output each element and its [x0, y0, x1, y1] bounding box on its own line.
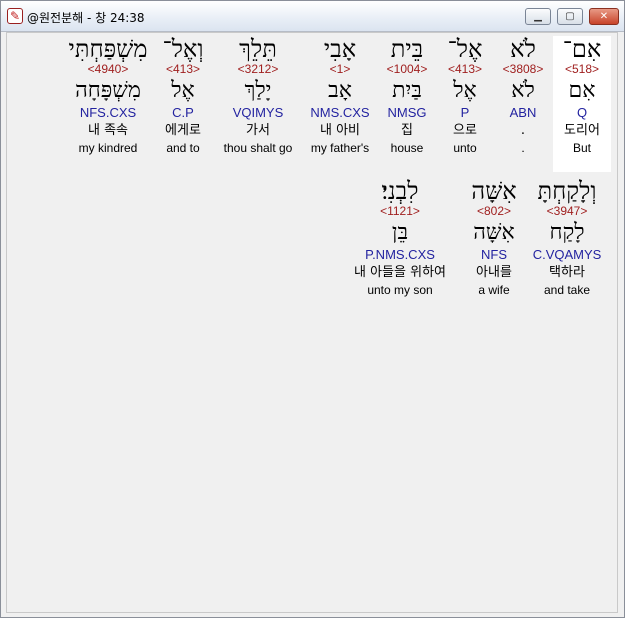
hebrew-lemma: אֶל [171, 78, 195, 103]
hebrew-lemma: אִשָּׁה [473, 220, 515, 245]
strong-number[interactable]: <802> [463, 204, 525, 221]
parsing-code: P [460, 105, 470, 120]
parsing-code: NFS [481, 247, 507, 262]
english-gloss: unto my son [367, 283, 433, 297]
word-block[interactable]: אִשָּׁה <802> אִשָּׁה NFS 아내를 a wife [463, 178, 525, 297]
korean-gloss: 택하라 [549, 265, 585, 280]
word-block[interactable]: אֶל־ <413> אֶל P 으로 unto [437, 36, 493, 155]
hebrew-lemma: בַּיִת [392, 78, 422, 103]
english-gloss: and take [543, 283, 591, 297]
parsing-code: C.VQAMYS [532, 247, 602, 262]
strong-number[interactable]: <3808> [495, 62, 551, 79]
english-gloss: unto [453, 141, 477, 155]
hebrew-lemma: מִשְׁפָּחָה [75, 78, 141, 103]
english-gloss: . [521, 141, 525, 155]
window-title: @원전분해 - 창 24:38 [27, 11, 145, 25]
strong-number[interactable]: <1121> [339, 204, 461, 221]
app-icon[interactable]: ✎ [7, 8, 23, 24]
app-window: ✎ @원전분해 - 창 24:38 ▁ ▢ ✕ אִם־ <518> אִם Q… [0, 0, 625, 618]
strong-number[interactable]: <1> [303, 62, 377, 79]
parsing-code: VQIMYS [232, 105, 284, 120]
strong-number[interactable]: <518> [553, 62, 611, 79]
hebrew-lemma: אִם [568, 78, 596, 103]
word-block[interactable]: מִשְׁפַּחְתִּי <4940> מִשְׁפָּחָה NFS.CX… [65, 36, 151, 155]
parsing-code: C.P [172, 105, 194, 120]
korean-gloss: 내 족속 [87, 123, 128, 138]
word-block[interactable]: בֵּית <1004> בַּיִת NMSG 집 house [379, 36, 435, 155]
korean-gloss: . [520, 123, 526, 138]
hebrew-lemma: אֶל [453, 78, 477, 103]
hebrew-word: אִשָּׁה [471, 177, 517, 205]
parsing-code: NFS.CXS [79, 105, 137, 120]
hebrew-word: לֹא [510, 35, 536, 63]
hebrew-word: וְאֶל־ [162, 35, 204, 63]
korean-gloss: 으로 [453, 123, 477, 138]
korean-gloss: 집 [401, 123, 413, 138]
strong-number[interactable]: <413> [437, 62, 493, 79]
word-block[interactable]: וְלָקַחְתָּ <3947> לָקַח C.VQAMYS 택하라 an… [529, 178, 605, 297]
korean-gloss: 내 아들을 위하여 [354, 265, 446, 280]
word-block[interactable]: וְאֶל־ <413> אֶל C.P 에게로 and to [153, 36, 213, 155]
hebrew-lemma: לֹא [511, 78, 535, 103]
hebrew-lemma: אָב [328, 78, 352, 103]
hebrew-word: אָבִי [323, 35, 357, 63]
parsing-code: Q [576, 105, 588, 120]
parsing-code: ABN [509, 105, 537, 120]
english-gloss: a wife [478, 283, 510, 297]
hebrew-word: מִשְׁפַּחְתִּי [68, 35, 148, 63]
hebrew-word: אִם־ [562, 35, 602, 63]
strong-number[interactable]: <3212> [215, 62, 301, 79]
hebrew-lemma: יָלַךְ [244, 78, 272, 103]
korean-gloss: 에게로 [165, 123, 201, 138]
hebrew-word: לִבְנִי׃ [381, 177, 419, 205]
word-block[interactable]: אָבִי <1> אָב NMS.CXS 내 아비 my father's [303, 36, 377, 155]
korean-gloss: 가서 [246, 123, 270, 138]
hebrew-lemma: לָקַח [549, 220, 585, 245]
korean-gloss: 아내를 [476, 265, 512, 280]
english-gloss: my kindred [78, 141, 138, 155]
word-block[interactable]: אִם־ <518> אִם Q 도리어 But [553, 36, 611, 172]
parsing-code: NMS.CXS [310, 105, 370, 120]
word-block[interactable]: תֵּלֵךְ <3212> יָלַךְ VQIMYS 가서 thou sha… [215, 36, 301, 155]
korean-gloss: 내 아비 [319, 123, 360, 138]
english-gloss: thou shalt go [223, 141, 293, 155]
strong-number[interactable]: <3947> [529, 204, 605, 221]
english-gloss: my father's [310, 141, 370, 155]
close-button[interactable]: ✕ [589, 8, 619, 25]
english-gloss: house [390, 141, 424, 155]
hebrew-word: תֵּלֵךְ [239, 35, 277, 63]
maximize-button[interactable]: ▢ [557, 8, 583, 25]
parsing-code: P.NMS.CXS [365, 247, 435, 262]
english-gloss: But [572, 141, 591, 155]
strong-number[interactable]: <413> [153, 62, 213, 79]
word-analysis-pane: אִם־ <518> אִם Q 도리어 But לֹא <3808> לֹא … [6, 32, 618, 613]
word-block[interactable]: לֹא <3808> לֹא ABN . . [495, 36, 551, 155]
strong-number[interactable]: <1004> [379, 62, 435, 79]
title-bar[interactable]: ✎ @원전분해 - 창 24:38 ▁ ▢ ✕ [1, 1, 624, 32]
english-gloss: and to [166, 141, 200, 155]
korean-gloss: 도리어 [564, 123, 600, 138]
hebrew-word: אֶל־ [447, 35, 483, 63]
strong-number[interactable]: <4940> [65, 62, 151, 79]
word-block[interactable]: לִבְנִי׃ <1121> בֵּן P.NMS.CXS 내 아들을 위하여… [339, 178, 461, 297]
hebrew-lemma: בֵּן [391, 220, 409, 245]
minimize-button[interactable]: ▁ [525, 8, 551, 25]
hebrew-word: וְלָקַחְתָּ [537, 177, 597, 205]
hebrew-word: בֵּית [390, 35, 424, 63]
parsing-code: NMSG [387, 105, 427, 120]
